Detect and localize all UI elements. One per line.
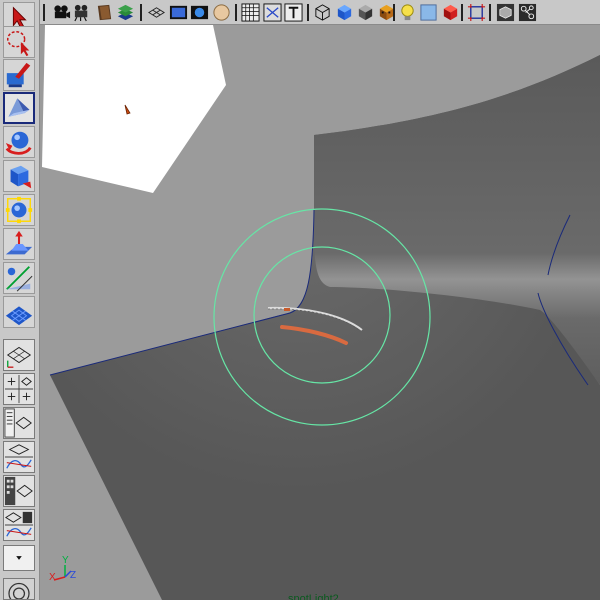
outliner-perspective-layout-icon <box>4 408 32 438</box>
camera-icon <box>54 5 71 19</box>
universal-manipulator-icon <box>5 196 33 224</box>
shaded-cube-icon <box>337 4 352 21</box>
hypershade-layout-icon <box>4 476 33 506</box>
single-perspective-layout-button[interactable] <box>3 339 35 371</box>
xray-button[interactable] <box>496 3 515 22</box>
smooth-cube-icon <box>358 4 373 21</box>
lasso-tool-button[interactable] <box>3 26 35 58</box>
wireframe-grid-button[interactable] <box>147 3 166 22</box>
selected-light-label: spotLight2 <box>288 593 339 600</box>
four-view-layout-button[interactable] <box>3 373 35 405</box>
move-tool-button[interactable] <box>3 92 35 124</box>
axis-y-label: Y <box>62 555 69 566</box>
default-light-icon <box>420 4 437 21</box>
uv-button[interactable] <box>263 3 282 22</box>
render-layer-button[interactable] <box>116 3 135 22</box>
graph-persp-layout-button[interactable] <box>3 509 35 541</box>
film-gate-button[interactable] <box>169 3 188 22</box>
scale-tool-icon <box>10 165 32 189</box>
hypershade-layout-button[interactable] <box>3 475 35 507</box>
paint-select-tool-icon <box>6 62 31 88</box>
rotate-tool-icon <box>5 131 32 155</box>
film-gate-icon <box>169 5 188 20</box>
outliner-perspective-layout-button[interactable] <box>3 407 35 439</box>
wireframe-cube-button[interactable] <box>313 3 332 22</box>
joint-icon <box>518 3 537 22</box>
shelf-separator <box>138 3 144 22</box>
graph-editor-layout-icon <box>4 444 34 469</box>
axis-z-label: Z <box>70 570 76 581</box>
red-cube-icon <box>443 4 458 21</box>
isolate-select-icon <box>467 3 486 22</box>
chevron-down-icon <box>16 556 22 560</box>
smooth-cube-button[interactable] <box>356 3 375 22</box>
brush-settings-button[interactable] <box>3 578 35 600</box>
soft-modification-button[interactable] <box>3 228 35 260</box>
soft-modification-icon <box>5 230 33 255</box>
lasso-tool-icon <box>7 30 30 57</box>
graph-persp-layout-icon <box>4 511 34 537</box>
show-manipulator-icon <box>5 266 33 292</box>
text-button[interactable] <box>284 3 303 22</box>
resolution-gate-icon <box>190 5 209 20</box>
wireframe-cube-icon <box>315 4 330 21</box>
movie-camera-button[interactable] <box>73 3 92 22</box>
graph-editor-layout-button[interactable] <box>3 441 35 473</box>
wireframe-grid-icon <box>148 7 165 18</box>
notebook-icon <box>97 4 112 21</box>
light-bulb-icon <box>401 4 414 21</box>
shelf-separator <box>41 3 47 22</box>
red-cube-button[interactable] <box>441 3 460 22</box>
view-shelf <box>40 0 600 25</box>
sphere-icon <box>213 4 230 21</box>
perspective-viewport[interactable]: X Y Z spotLight2 <box>40 25 600 600</box>
layout-dropdown-button[interactable] <box>3 545 35 571</box>
xray-icon <box>496 3 515 22</box>
isolate-select-button[interactable] <box>467 3 486 22</box>
text-icon <box>284 3 303 22</box>
four-view-layout-icon <box>4 374 34 404</box>
move-tool-icon <box>8 98 30 117</box>
joint-button[interactable] <box>518 3 537 22</box>
single-perspective-layout-icon <box>6 346 32 368</box>
axis-x-label: X <box>49 572 56 583</box>
uv-icon <box>263 3 282 22</box>
shelf-separator <box>487 3 493 22</box>
katana-guard <box>284 308 290 311</box>
last-tool-button[interactable] <box>3 296 35 328</box>
camera-button[interactable] <box>52 3 71 22</box>
shelf-separator <box>305 3 311 22</box>
toolbox <box>0 0 40 600</box>
resolution-gate-button[interactable] <box>190 3 209 22</box>
show-manipulator-button[interactable] <box>3 262 35 294</box>
viewport-scene: X Y Z <box>40 25 600 600</box>
shelf-separator <box>391 3 397 22</box>
movie-camera-icon <box>74 4 88 22</box>
render-layer-icon <box>117 4 134 21</box>
light-bulb-button[interactable] <box>398 3 417 22</box>
paint-select-tool-button[interactable] <box>3 59 35 91</box>
shelf-separator <box>233 3 239 22</box>
grid-icon <box>241 3 260 22</box>
sphere-button[interactable] <box>212 3 231 22</box>
rotate-tool-button[interactable] <box>3 126 35 158</box>
scale-tool-button[interactable] <box>3 160 35 192</box>
shelf-separator <box>459 3 465 22</box>
notebook-button[interactable] <box>95 3 114 22</box>
brush-icon <box>8 582 30 599</box>
last-tool-icon <box>5 306 33 326</box>
universal-manipulator-button[interactable] <box>3 194 35 226</box>
default-light-button[interactable] <box>419 3 438 22</box>
shaded-cube-button[interactable] <box>335 3 354 22</box>
grid-button[interactable] <box>241 3 260 22</box>
